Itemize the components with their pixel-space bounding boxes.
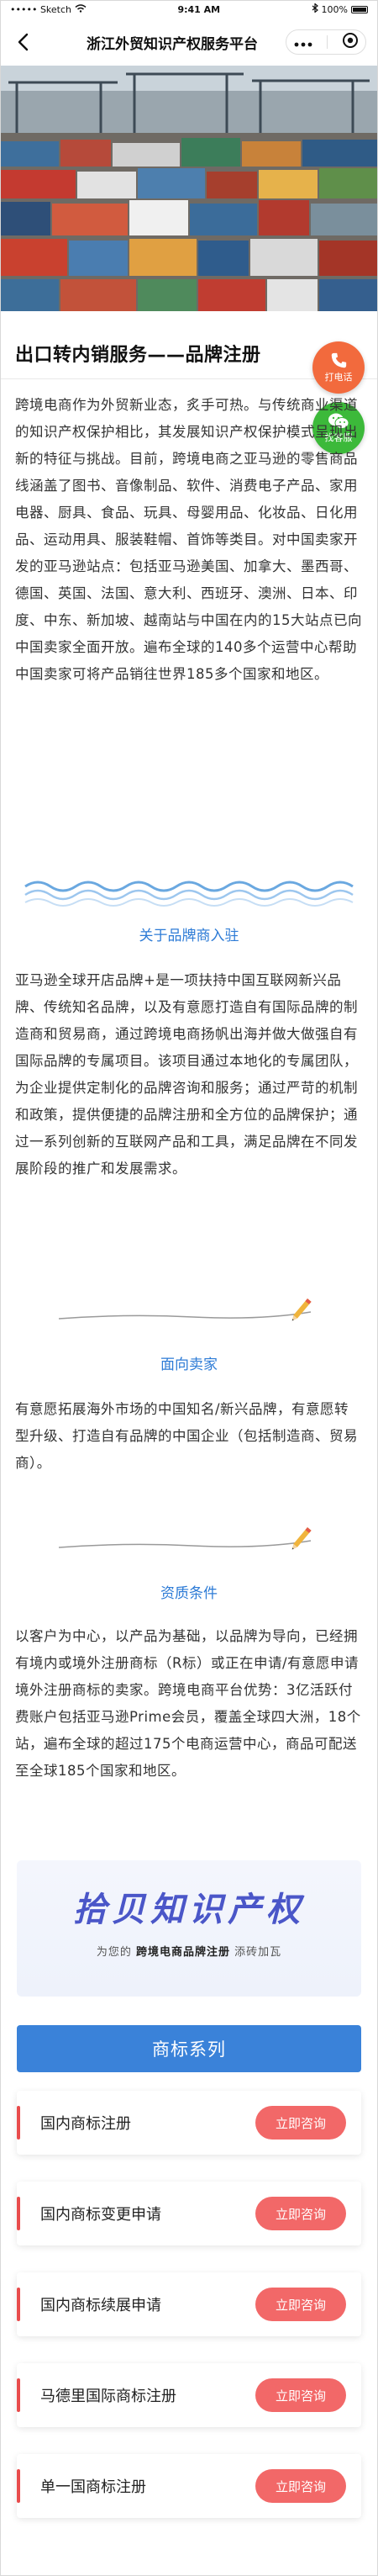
mini-program-capsule xyxy=(286,29,366,55)
page-title: 出口转内销服务——品牌注册 xyxy=(15,345,261,366)
capsule-divider xyxy=(326,35,328,49)
tagline-prefix: 为您的 xyxy=(96,1946,132,1959)
battery-percent: 100% xyxy=(321,3,348,15)
service-card: 马德里国际商标注册 立即咨询 xyxy=(17,2363,361,2427)
service-name: 国内商标注册 xyxy=(40,2115,131,2133)
wifi-icon xyxy=(75,3,87,15)
consult-button[interactable]: 立即咨询 xyxy=(255,2378,346,2412)
service-card: 国内商标续展申请 立即咨询 xyxy=(17,2272,361,2336)
pencil-line-decoration xyxy=(58,1299,312,1321)
status-right: 100% xyxy=(312,3,368,15)
section-heading-brand-entry: 关于品牌商入驻 xyxy=(139,928,239,944)
service-name: 国内商标变更申请 xyxy=(40,2206,161,2224)
status-time: 9:41 AM xyxy=(177,3,221,15)
nav-title: 浙江外贸知识产权服务平台 xyxy=(87,35,258,53)
battery-icon xyxy=(350,5,368,13)
section-body-brand-entry: 亚马逊全球开店品牌+是一项扶持中国互联网新兴品牌、传统知名品牌，以及有意愿打造自… xyxy=(15,972,358,1177)
consult-button[interactable]: 立即咨询 xyxy=(255,2106,346,2140)
consult-button[interactable]: 立即咨询 xyxy=(255,2197,346,2230)
tagline-suffix: 添砖加瓦 xyxy=(234,1946,282,1959)
service-card: 单一国商标注册 立即咨询 xyxy=(17,2454,361,2518)
chevron-left-icon xyxy=(18,33,29,51)
service-accent-bar xyxy=(17,2197,20,2230)
service-accent-bar xyxy=(17,2106,20,2140)
service-name: 单一国商标注册 xyxy=(40,2478,146,2496)
consult-button[interactable]: 立即咨询 xyxy=(255,2469,346,2503)
service-accent-bar xyxy=(17,2378,20,2412)
service-accent-bar xyxy=(17,2288,20,2321)
consult-button[interactable]: 立即咨询 xyxy=(255,2288,346,2321)
trademark-series-banner: 商标系列 xyxy=(17,2025,361,2072)
intro-paragraph: 跨境电商作为外贸新业态，炙手可热。与传统商业渠道的知识产权保护相比，其发展知识产… xyxy=(15,397,362,682)
section-heading-qualification: 资质条件 xyxy=(160,1585,218,1602)
container-port-illustration xyxy=(0,66,378,311)
service-accent-bar xyxy=(17,2469,20,2503)
service-card: 国内商标注册 立即咨询 xyxy=(17,2091,361,2155)
section-body-qualification: 以客户为中心，以产品为基础，以品牌为导向，已经拥有境内或境外注册商标（R标）或正… xyxy=(15,1628,361,1779)
call-button[interactable]: 打电话 xyxy=(312,341,365,394)
more-dots-icon[interactable] xyxy=(294,34,312,50)
phone-icon xyxy=(331,352,347,368)
target-close-icon[interactable] xyxy=(342,32,359,52)
service-card: 国内商标变更申请 立即咨询 xyxy=(17,2182,361,2245)
service-name: 马德里国际商标注册 xyxy=(40,2388,176,2405)
service-name: 国内商标续展申请 xyxy=(40,2297,161,2314)
brand-card: 拾贝知识产权 为您的 跨境电商品牌注册 添砖加瓦 xyxy=(17,1860,361,1997)
brand-tagline: 为您的 跨境电商品牌注册 添砖加瓦 xyxy=(17,1943,361,1959)
wave-decoration xyxy=(24,881,354,907)
bluetooth-icon xyxy=(312,3,318,15)
nav-bar: 浙江外贸知识产权服务平台 xyxy=(0,19,378,66)
pencil-line-decoration-2 xyxy=(58,1527,312,1550)
carrier-label: ••••• Sketch xyxy=(10,3,71,15)
status-left: ••••• Sketch xyxy=(10,4,87,15)
section-body-target-sellers: 有意愿拓展海外市场的中国知名/新兴品牌，有意愿转型升级、打造自有品牌的中国企业（… xyxy=(15,1401,358,1471)
hero-port-image xyxy=(0,66,378,311)
brand-logo-text: 拾贝知识产权 xyxy=(73,1891,305,1929)
status-bar: ••••• Sketch 9:41 AM 100% xyxy=(0,0,378,19)
tagline-bold: 跨境电商品牌注册 xyxy=(135,1946,230,1959)
call-button-label: 打电话 xyxy=(324,372,353,383)
section-heading-target-sellers: 面向卖家 xyxy=(160,1357,218,1373)
back-button[interactable] xyxy=(12,31,34,53)
